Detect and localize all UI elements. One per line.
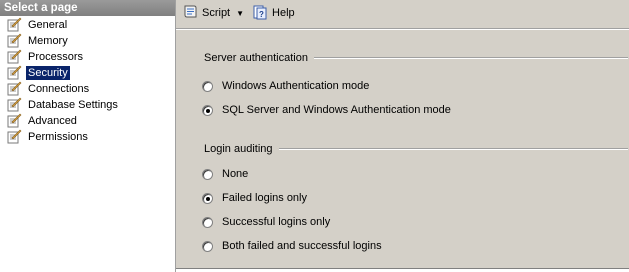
page-icon bbox=[6, 81, 22, 97]
radio-button[interactable] bbox=[202, 168, 213, 180]
radio-audit-none[interactable]: None bbox=[202, 168, 248, 180]
radio-label: None bbox=[222, 168, 249, 180]
radio-button[interactable] bbox=[202, 80, 213, 92]
page-item-permissions[interactable]: Permissions bbox=[6, 129, 175, 145]
page-icon bbox=[6, 65, 22, 81]
radio-audit-successful[interactable]: Successful logins only bbox=[202, 216, 330, 228]
help-button[interactable]: ? Help bbox=[252, 4, 295, 23]
page-label: Database Settings bbox=[28, 99, 118, 111]
page-item-advanced[interactable]: Advanced bbox=[6, 113, 175, 129]
help-icon: ? bbox=[252, 4, 272, 23]
server-auth-title: Server authentication bbox=[204, 52, 308, 64]
page-icon bbox=[6, 113, 22, 129]
page-item-connections[interactable]: Connections bbox=[6, 81, 175, 97]
page-item-security[interactable]: Security bbox=[6, 65, 175, 81]
radio-button[interactable] bbox=[202, 104, 213, 116]
server-auth-group: Server authentication bbox=[204, 52, 628, 64]
toolbar: Script ▼ ? Help bbox=[176, 0, 629, 26]
page-label: Processors bbox=[28, 51, 84, 63]
page-icon bbox=[6, 17, 22, 33]
select-page-header: Select a page bbox=[0, 0, 175, 16]
script-label: Script bbox=[202, 7, 231, 19]
page-icon bbox=[6, 129, 22, 145]
page-item-processors[interactable]: Processors bbox=[6, 49, 175, 65]
radio-label: Both failed and successful logins bbox=[222, 240, 382, 252]
group-divider bbox=[313, 57, 628, 59]
page-label: Memory bbox=[28, 35, 68, 47]
radio-audit-failed[interactable]: Failed logins only bbox=[202, 192, 307, 204]
properties-panel: Script ▼ ? Help Server authentication Wi… bbox=[176, 0, 629, 272]
page-label: Security bbox=[26, 66, 70, 80]
page-icon bbox=[6, 97, 22, 113]
radio-audit-both[interactable]: Both failed and successful logins bbox=[202, 240, 382, 252]
page-label: Permissions bbox=[28, 131, 88, 143]
login-auditing-title: Login auditing bbox=[204, 143, 273, 155]
radio-windows-auth[interactable]: Windows Authentication mode bbox=[202, 80, 369, 92]
login-auditing-group: Login auditing bbox=[204, 143, 628, 155]
radio-label: Failed logins only bbox=[222, 192, 307, 204]
page-list: General Memory Processors Security Conne… bbox=[0, 16, 175, 145]
page-label: Connections bbox=[28, 83, 90, 95]
radio-label: SQL Server and Windows Authentication mo… bbox=[222, 104, 451, 116]
bottom-border bbox=[176, 268, 629, 272]
radio-button[interactable] bbox=[202, 192, 213, 204]
page-label: General bbox=[28, 19, 68, 31]
radio-sql-windows-auth[interactable]: SQL Server and Windows Authentication mo… bbox=[202, 104, 451, 116]
page-item-database-settings[interactable]: Database Settings bbox=[6, 97, 175, 113]
page-item-memory[interactable]: Memory bbox=[6, 33, 175, 49]
radio-button[interactable] bbox=[202, 216, 213, 228]
radio-label: Successful logins only bbox=[222, 216, 331, 228]
radio-label: Windows Authentication mode bbox=[222, 80, 370, 92]
toolbar-divider bbox=[176, 28, 629, 30]
page-label: Advanced bbox=[28, 115, 77, 127]
page-icon bbox=[6, 33, 22, 49]
radio-button[interactable] bbox=[202, 240, 213, 252]
script-icon bbox=[182, 4, 202, 23]
help-label: Help bbox=[272, 7, 295, 19]
svg-text:?: ? bbox=[259, 10, 264, 19]
page-icon bbox=[6, 49, 22, 65]
chevron-down-icon[interactable]: ▼ bbox=[236, 9, 244, 18]
group-divider bbox=[278, 148, 628, 150]
select-page-panel: Select a page General Memory Processors … bbox=[0, 0, 176, 272]
script-button[interactable]: Script ▼ bbox=[182, 4, 244, 23]
page-item-general[interactable]: General bbox=[6, 17, 175, 33]
